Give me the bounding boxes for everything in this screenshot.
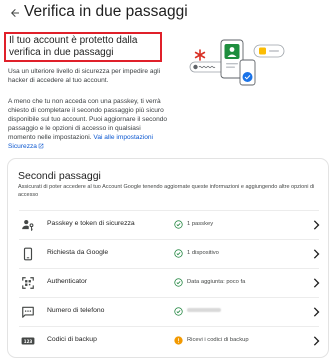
list-item-status: Ricevi i codici di backup (187, 336, 249, 343)
divider (19, 210, 319, 211)
chevron-right-icon (313, 249, 320, 259)
intro-paragraph-2: A meno che tu non acceda con una passkey… (8, 97, 168, 151)
list-item-status: 1 dispositivo (187, 249, 219, 256)
list-item-phone-number[interactable]: Numero di telefono (9, 297, 329, 326)
list-item-google-prompt[interactable]: Richiesta da Google 1 dispositivo (9, 239, 329, 268)
list-item-label: Codici di backup (47, 336, 97, 343)
two-step-illustration (189, 39, 285, 86)
chevron-right-icon (313, 307, 320, 317)
second-steps-card: Secondi passaggi Assicurati di poter acc… (7, 158, 329, 358)
list-item-label: Numero di telefono (47, 307, 105, 314)
list-item-status: 1 passkey (187, 220, 214, 227)
redacted-phone-number (187, 307, 221, 312)
warning-icon (174, 336, 183, 345)
svg-text:123: 123 (24, 339, 33, 344)
divider (19, 326, 319, 327)
passkey-icon (22, 219, 34, 232)
list-item-label: Authenticator (47, 278, 88, 285)
list-item-passkey[interactable]: Passkey e token di sicurezza 1 passkey (9, 210, 329, 239)
list-item-status (187, 307, 221, 315)
protection-status-title: Il tuo account è protetto dalla verifica… (4, 32, 162, 62)
list-item-status: Data aggiunta: poco fa (187, 278, 246, 285)
check-circle-icon (174, 220, 183, 229)
phone-icon (23, 247, 33, 261)
backup-codes-icon: 123 (21, 337, 35, 345)
chevron-right-icon (313, 278, 320, 288)
open-in-new-icon (38, 143, 44, 149)
divider (19, 297, 319, 298)
authenticator-icon (22, 277, 34, 289)
check-circle-icon (174, 307, 183, 316)
second-steps-description: Assicurati di poter accedere al tuo Acco… (18, 184, 315, 198)
list-item-label: Passkey e token di sicurezza (47, 220, 135, 227)
check-circle-icon (174, 249, 183, 258)
chevron-right-icon (313, 336, 320, 346)
divider (19, 239, 319, 240)
asterisk-icon (194, 49, 206, 61)
device-graphic (239, 59, 256, 86)
chevron-right-icon (313, 220, 320, 230)
arrow-back-icon (11, 9, 19, 17)
check-circle-icon (174, 278, 183, 287)
page-title: Verifica in due passaggi (24, 3, 188, 20)
divider (19, 268, 319, 269)
key-graphic (253, 44, 285, 58)
back-button[interactable] (8, 4, 22, 22)
list-item-authenticator[interactable]: Authenticator Data aggiunta: poco fa (9, 268, 329, 297)
list-item-backup-codes[interactable]: 123 Codici di backup Ricevi i codici di … (9, 326, 329, 355)
page-header: Verifica in due passaggi (0, 0, 336, 26)
list-item-label: Richiesta da Google (47, 249, 109, 256)
sms-icon (22, 306, 34, 318)
second-steps-title: Secondi passaggi (18, 170, 101, 182)
intro-paragraph-1: Usa un ulteriore livello di sicurezza pe… (8, 68, 161, 84)
